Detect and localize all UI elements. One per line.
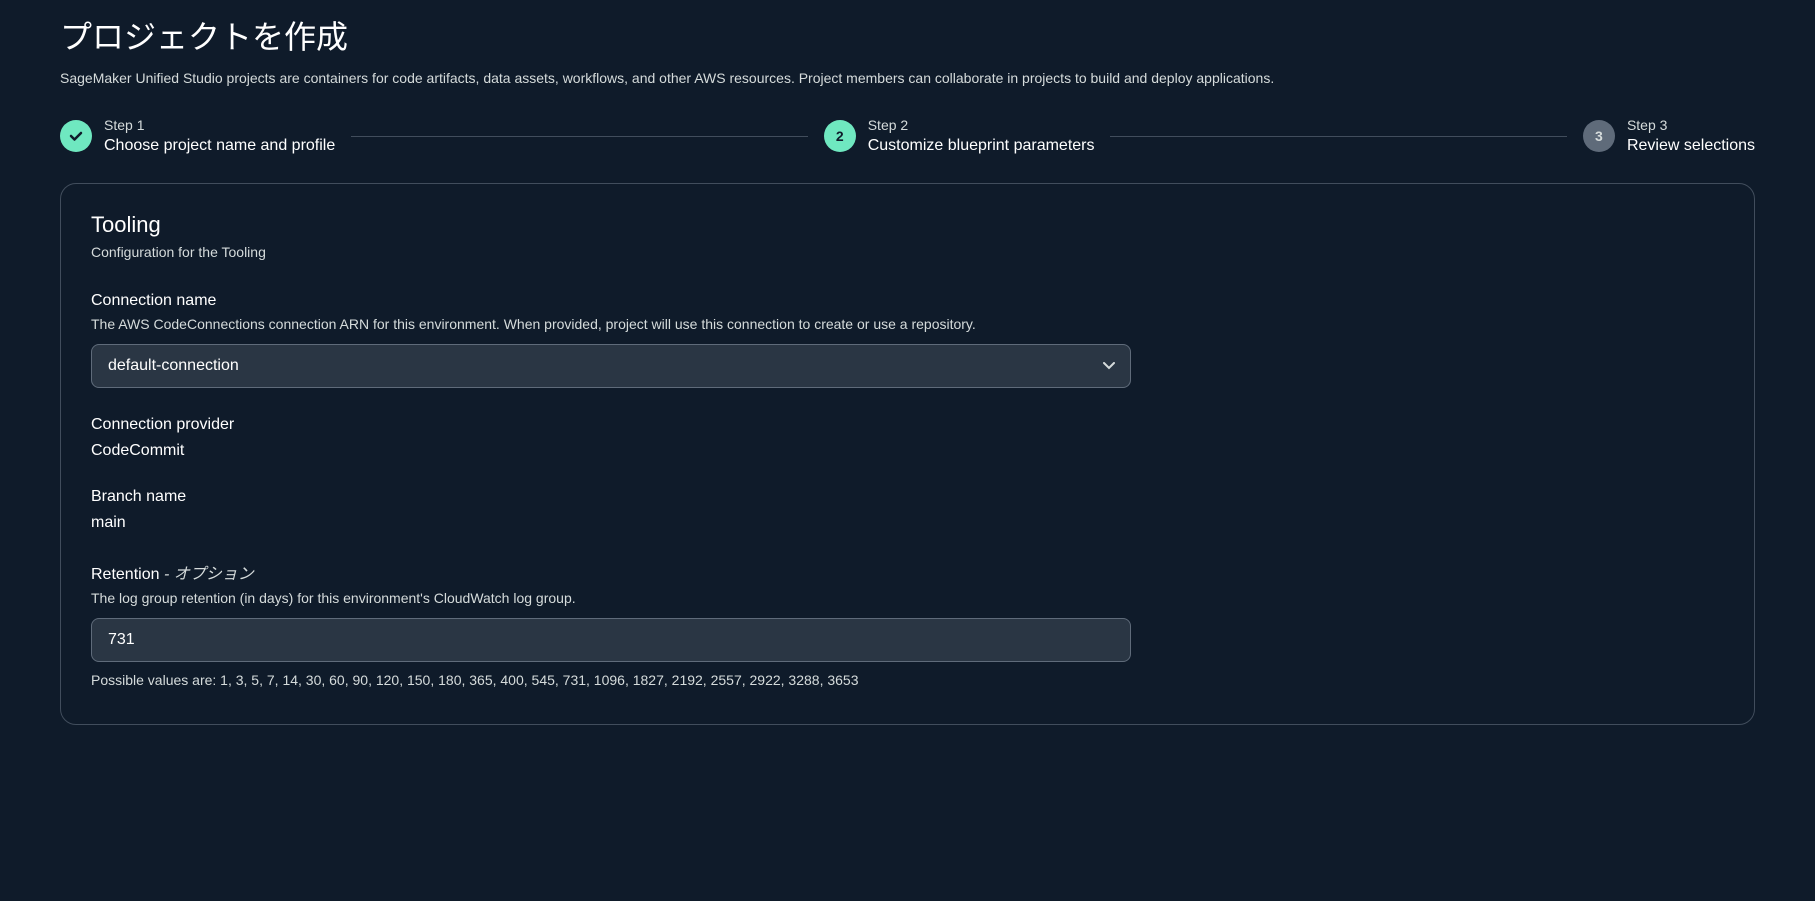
connection-name-select[interactable]: default-connection [91, 344, 1131, 388]
step-3[interactable]: 3 Step 3 Review selections [1583, 117, 1755, 155]
step-2-label: Step 2 [868, 117, 1095, 133]
step-1-title: Choose project name and profile [104, 137, 335, 155]
step-3-label: Step 3 [1627, 117, 1755, 133]
branch-name-value: main [91, 514, 1724, 532]
connection-name-field: Connection name The AWS CodeConnections … [91, 292, 1724, 388]
retention-description: The log group retention (in days) for th… [91, 590, 1724, 606]
retention-optional-tag: - オプション [160, 566, 254, 583]
retention-label: Retention - オプション [91, 560, 1724, 584]
retention-input[interactable] [91, 618, 1131, 662]
step-1[interactable]: Step 1 Choose project name and profile [60, 117, 335, 155]
page-description: SageMaker Unified Studio projects are co… [60, 68, 1755, 89]
step-2-title: Customize blueprint parameters [868, 137, 1095, 155]
retention-label-text: Retention [91, 566, 160, 583]
connection-name-description: The AWS CodeConnections connection ARN f… [91, 316, 1724, 332]
step-2[interactable]: 2 Step 2 Customize blueprint parameters [824, 117, 1095, 155]
step-active-icon: 2 [824, 120, 856, 152]
section-description: Configuration for the Tooling [91, 244, 1724, 260]
section-title: Tooling [91, 212, 1724, 238]
wizard-stepper: Step 1 Choose project name and profile 2… [60, 117, 1755, 155]
connection-provider-value: CodeCommit [91, 442, 1724, 460]
step-divider [351, 136, 807, 137]
connection-name-label: Connection name [91, 292, 1724, 310]
step-3-title: Review selections [1627, 137, 1755, 155]
connection-provider-label: Connection provider [91, 416, 1724, 434]
step-divider [1110, 136, 1566, 137]
connection-provider-field: Connection provider CodeCommit [91, 416, 1724, 460]
step-pending-icon: 3 [1583, 120, 1615, 152]
step-1-label: Step 1 [104, 117, 335, 133]
checkmark-icon [68, 128, 84, 144]
step-completed-icon [60, 120, 92, 152]
branch-name-field: Branch name main [91, 488, 1724, 532]
retention-field: Retention - オプション The log group retentio… [91, 560, 1724, 688]
page-title: プロジェクトを作成 [60, 0, 1755, 58]
form-container: Tooling Configuration for the Tooling Co… [60, 183, 1755, 725]
retention-helper: Possible values are: 1, 3, 5, 7, 14, 30,… [91, 672, 1724, 688]
branch-name-label: Branch name [91, 488, 1724, 506]
